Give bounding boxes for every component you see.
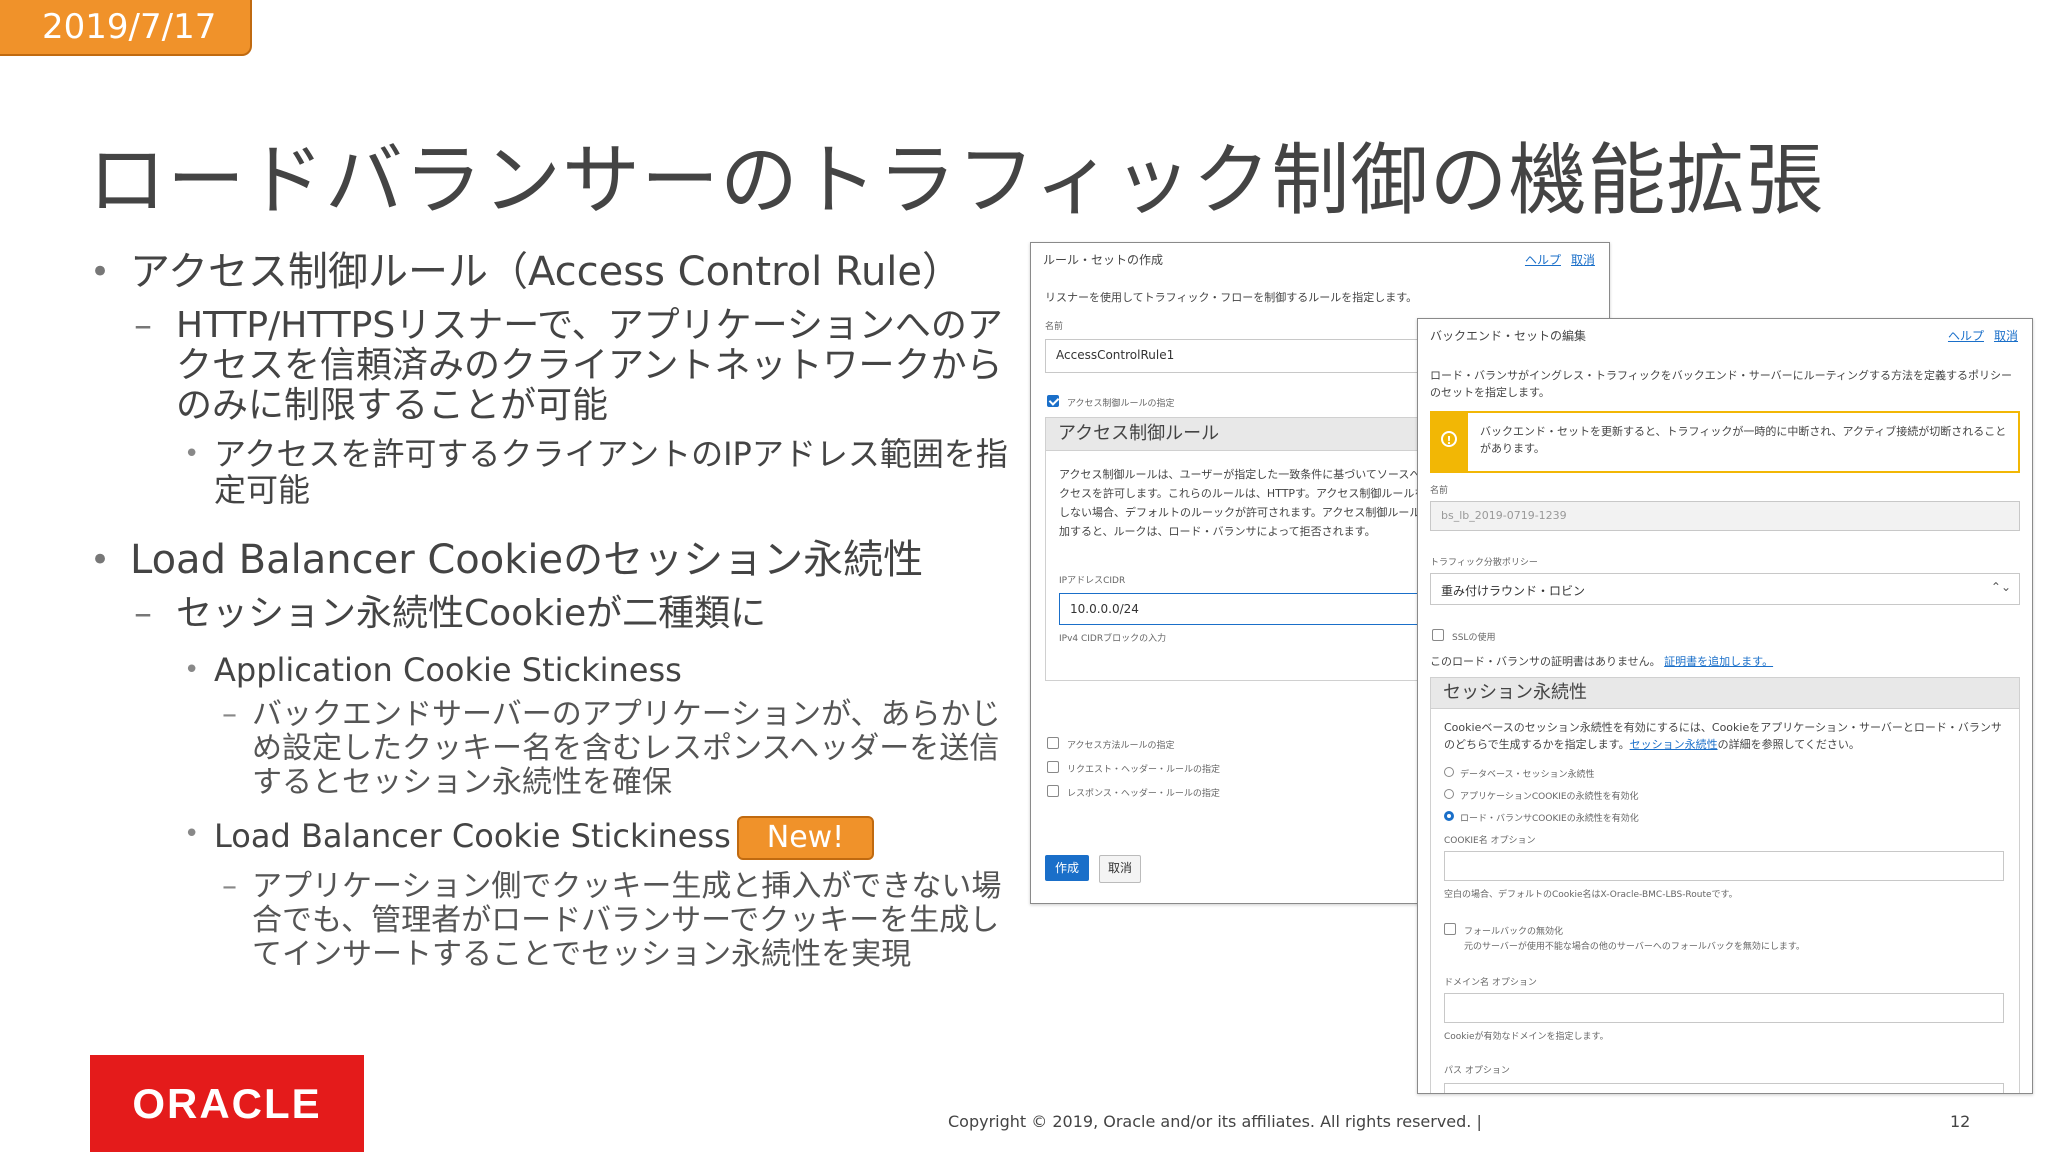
dialog-title: ルール・セットの作成: [1043, 253, 1164, 267]
ssl-label: SSLの使用: [1452, 633, 1496, 643]
bullet-lb-cookie-desc: アプリケーション側でクッキー生成と挿入ができない場合でも、管理者がロードバランサ…: [88, 870, 1018, 972]
bullet-lb-cookie-stickiness: Load Balancer Cookie StickinessNew!: [88, 816, 1018, 860]
session-persistence-description: Cookieベースのセッション永続性を有効にするには、Cookieをアプリケーシ…: [1444, 721, 2002, 751]
dialog-header: ルール・セットの作成 ヘルプ 取消: [1031, 243, 1609, 275]
cookie-name-input[interactable]: [1444, 851, 2004, 881]
fallback-label: フォールバックの無効化: [1464, 927, 1564, 937]
bullet-access-control-rule: アクセス制御ルール（Access Control Rule）: [88, 248, 1018, 296]
response-header-checkbox[interactable]: [1047, 785, 1059, 797]
cookie-name-label: COOKIE名 オプション: [1444, 836, 1536, 846]
policy-value: 重み付けラウンド・ロビン: [1441, 584, 1586, 598]
warning-icon: !: [1441, 431, 1457, 447]
acr-checkbox[interactable]: [1047, 395, 1059, 407]
domain-label: ドメイン名 オプション: [1444, 978, 1537, 988]
warning-banner: ! バックエンド・セットを更新すると、トラフィックが一時的に中断され、アクティブ…: [1430, 411, 2020, 473]
path-label: パス オプション: [1444, 1066, 1510, 1076]
request-header-checkbox[interactable]: [1047, 761, 1059, 773]
fallback-hint: 元のサーバーが使用不能な場合の他のサーバーへのフォールバックを無効にします。: [1464, 942, 1805, 952]
dialog-title: バックエンド・セットの編集: [1430, 329, 1587, 343]
cookie-name-hint: 空白の場合、デフォルトのCookie名はX-Oracle-BMC-LBS-Rou…: [1444, 890, 1738, 900]
domain-input[interactable]: [1444, 993, 2004, 1023]
session-persistence-header: セッション永続性: [1430, 677, 2020, 709]
name-label: 名前: [1430, 486, 1449, 496]
copyright-footer: Copyright © 2019, Oracle and/or its affi…: [948, 1112, 1482, 1131]
bullet-acr-ip-range: アクセスを許可するクライアントのIPアドレス範囲を指定可能: [88, 436, 1018, 508]
name-input[interactable]: bs_lb_2019-0719-1239: [1430, 501, 2020, 531]
bullet-lb-cookie: Load Balancer Cookieのセッション永続性: [88, 536, 1018, 584]
ssl-checkbox[interactable]: [1432, 629, 1444, 641]
bullet-acr-detail: HTTP/HTTPSリスナーで、アプリケーションへのアクセスを信頼済みのクライア…: [88, 306, 1018, 426]
warning-message: バックエンド・セットを更新すると、トラフィックが一時的に中断され、アクティブ接続…: [1480, 425, 2007, 455]
backend-set-dialog: バックエンド・セットの編集 ヘルプ 取消 ロード・バランサがイングレス・トラフィッ…: [1417, 318, 2033, 1094]
radio-db-session[interactable]: [1444, 767, 1454, 777]
select-arrows-icon: ⌃⌄: [1990, 580, 2011, 594]
create-button[interactable]: 作成: [1045, 855, 1089, 881]
dialog-header: バックエンド・セットの編集 ヘルプ 取消: [1418, 319, 2032, 351]
add-certificate-link[interactable]: 証明書を追加します。: [1664, 655, 1773, 668]
request-header-label: リクエスト・ヘッダー・ルールの指定: [1067, 765, 1221, 775]
new-badge: New!: [736, 816, 875, 860]
cancel-link[interactable]: 取消: [1994, 329, 2018, 343]
dialog-description: リスナーを使用してトラフィック・フローを制御するルールを指定します。: [1045, 291, 1418, 304]
oracle-logo: ORACLE: [90, 1055, 364, 1152]
help-link[interactable]: ヘルプ: [1525, 253, 1561, 267]
radio-db-session-label: データベース・セッション永続性: [1460, 770, 1595, 780]
name-label: 名前: [1045, 322, 1064, 332]
radio-app-cookie-label: アプリケーションCOOKIEの永続性を有効化: [1460, 792, 1639, 802]
radio-app-cookie[interactable]: [1444, 789, 1454, 799]
session-persistence-link[interactable]: セッション永続性: [1630, 738, 1718, 751]
help-link[interactable]: ヘルプ: [1948, 329, 1984, 343]
method-rule-label: アクセス方法ルールの指定: [1067, 741, 1175, 751]
acr-checkbox-label: アクセス制御ルールの指定: [1067, 399, 1175, 409]
bullet-app-cookie-desc: バックエンドサーバーのアプリケーションが、あらかじめ設定したクッキー名を含むレス…: [88, 698, 1018, 800]
certificate-text: このロード・バランサの証明書はありません。 証明書を追加します。: [1430, 655, 1774, 668]
lb-cookie-label: Load Balancer Cookie Stickiness: [214, 817, 731, 855]
path-input[interactable]: [1444, 1083, 2004, 1093]
policy-label: トラフィック分散ポリシー: [1430, 558, 1538, 568]
method-rule-checkbox[interactable]: [1047, 737, 1059, 749]
page-number: 12: [1950, 1112, 1971, 1131]
response-header-label: レスポンス・ヘッダー・ルールの指定: [1067, 789, 1220, 799]
bullet-list: アクセス制御ルール（Access Control Rule） HTTP/HTTP…: [88, 248, 1018, 982]
bullet-app-cookie: Application Cookie Stickiness: [88, 652, 1018, 688]
policy-select[interactable]: 重み付けラウンド・ロビン ⌃⌄: [1430, 573, 2020, 605]
radio-lb-cookie[interactable]: [1444, 811, 1454, 821]
cancel-button[interactable]: 取消: [1099, 855, 1141, 883]
domain-hint: Cookieが有効なドメインを指定します。: [1444, 1032, 1609, 1042]
date-badge: 2019/7/17: [0, 0, 252, 56]
bullet-lb-cookie-detail: セッション永続性Cookieが二種類に: [88, 594, 1018, 635]
slide-title: ロードバランサーのトラフィック制御の機能拡張: [88, 136, 1825, 226]
radio-lb-cookie-label: ロード・バランサCOOKIEの永続性を有効化: [1460, 814, 1639, 824]
fallback-checkbox[interactable]: [1444, 923, 1456, 935]
cancel-link[interactable]: 取消: [1571, 253, 1595, 267]
dialog-description: ロード・バランサがイングレス・トラフィックをバックエンド・サーバーにルーティング…: [1430, 369, 2013, 399]
